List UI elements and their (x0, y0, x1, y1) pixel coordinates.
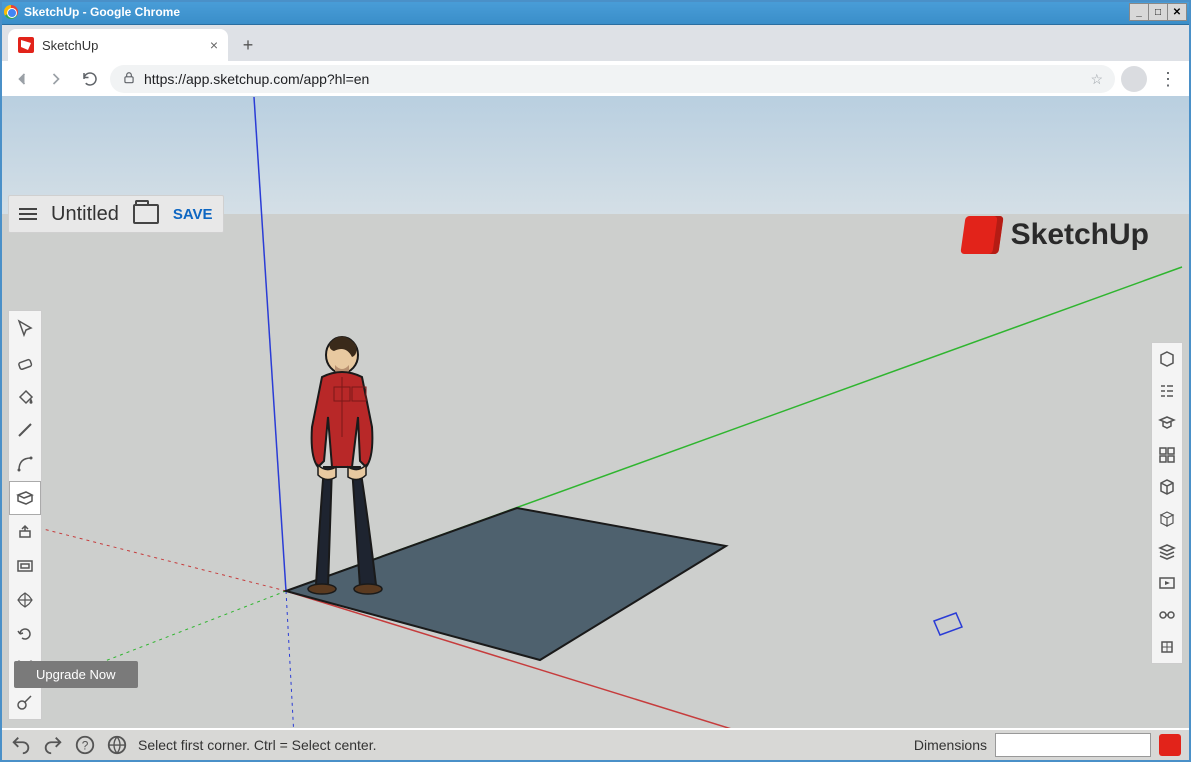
status-hint: Select first corner. Ctrl = Select cente… (138, 737, 377, 753)
back-button[interactable] (8, 65, 36, 93)
axis-z-negative (286, 591, 294, 728)
window-controls: _ □ ✕ (1130, 3, 1187, 21)
drawn-rectangle-face[interactable] (286, 508, 726, 660)
app-header: Untitled SAVE (8, 195, 224, 233)
browser-tab[interactable]: SketchUp × (8, 29, 228, 61)
tab-strip: SketchUp × + (0, 25, 1191, 61)
tape-measure-tool[interactable] (9, 685, 41, 719)
scale-figure (308, 336, 382, 594)
components-panel[interactable] (1152, 439, 1182, 471)
chrome-menu-button[interactable]: ⋮ (1153, 69, 1183, 90)
move-tool[interactable] (9, 583, 41, 617)
forward-button[interactable] (42, 65, 70, 93)
rectangle-cursor-icon (934, 613, 962, 635)
outliner-panel[interactable] (1152, 375, 1182, 407)
window-title: SketchUp - Google Chrome (24, 5, 180, 19)
display-panel[interactable] (1152, 599, 1182, 631)
right-panel-tray (1151, 342, 1183, 664)
model-info-panel[interactable] (1152, 631, 1182, 663)
language-button[interactable] (106, 734, 128, 756)
profile-avatar[interactable] (1121, 66, 1147, 92)
undo-button[interactable] (10, 734, 32, 756)
paint-bucket-tool[interactable] (9, 379, 41, 413)
styles-panel[interactable] (1152, 503, 1182, 535)
sketchup-logo-icon (960, 216, 1003, 254)
sketchup-favicon-icon (18, 37, 34, 53)
upgrade-button[interactable]: Upgrade Now (14, 661, 138, 688)
svg-text:?: ? (82, 739, 89, 753)
dimensions-input[interactable] (995, 733, 1151, 757)
axis-x-negative (12, 521, 286, 591)
scenes-panel[interactable] (1152, 567, 1182, 599)
save-button[interactable]: SAVE (173, 206, 213, 223)
status-bar: ? Select first corner. Ctrl = Select cen… (2, 730, 1189, 760)
tab-close-icon[interactable]: × (210, 37, 218, 53)
eraser-tool[interactable] (9, 345, 41, 379)
sketchup-badge-icon[interactable] (1159, 734, 1181, 756)
url-text: https://app.sketchup.com/app?hl=en (144, 71, 369, 87)
viewport[interactable]: Untitled SAVE SketchUp Upgrade Now (2, 96, 1189, 728)
redo-button[interactable] (42, 734, 64, 756)
menu-button[interactable] (19, 208, 37, 220)
browser-toolbar: https://app.sketchup.com/app?hl=en ☆ ⋮ (0, 61, 1191, 98)
offset-tool[interactable] (9, 549, 41, 583)
reload-button[interactable] (76, 65, 104, 93)
tab-title: SketchUp (42, 38, 98, 53)
chrome-icon (4, 5, 18, 19)
new-tab-button[interactable]: + (234, 31, 262, 59)
document-title[interactable]: Untitled (51, 203, 119, 226)
close-button[interactable]: ✕ (1167, 3, 1187, 21)
dimensions-label: Dimensions (914, 737, 987, 753)
rectangle-tool[interactable] (9, 481, 41, 515)
minimize-button[interactable]: _ (1129, 3, 1149, 21)
brand-text: SketchUp (1011, 218, 1149, 252)
model-canvas[interactable] (2, 96, 1189, 728)
left-toolbar (8, 310, 42, 720)
instructor-panel[interactable] (1152, 407, 1182, 439)
entity-info-panel[interactable] (1152, 343, 1182, 375)
line-tool[interactable] (9, 413, 41, 447)
push-pull-tool[interactable] (9, 515, 41, 549)
select-tool[interactable] (9, 311, 41, 345)
materials-panel[interactable] (1152, 471, 1182, 503)
help-button[interactable]: ? (74, 734, 96, 756)
lock-icon (122, 71, 136, 88)
maximize-button[interactable]: □ (1148, 3, 1168, 21)
open-folder-button[interactable] (133, 204, 159, 224)
bookmark-star-icon[interactable]: ☆ (1090, 71, 1103, 88)
os-titlebar: SketchUp - Google Chrome _ □ ✕ (0, 0, 1191, 25)
arc-tool[interactable] (9, 447, 41, 481)
rotate-tool[interactable] (9, 617, 41, 651)
layers-panel[interactable] (1152, 535, 1182, 567)
brand-logo-area: SketchUp (963, 216, 1149, 254)
address-bar[interactable]: https://app.sketchup.com/app?hl=en ☆ (110, 65, 1115, 93)
axis-z-positive (254, 97, 286, 591)
